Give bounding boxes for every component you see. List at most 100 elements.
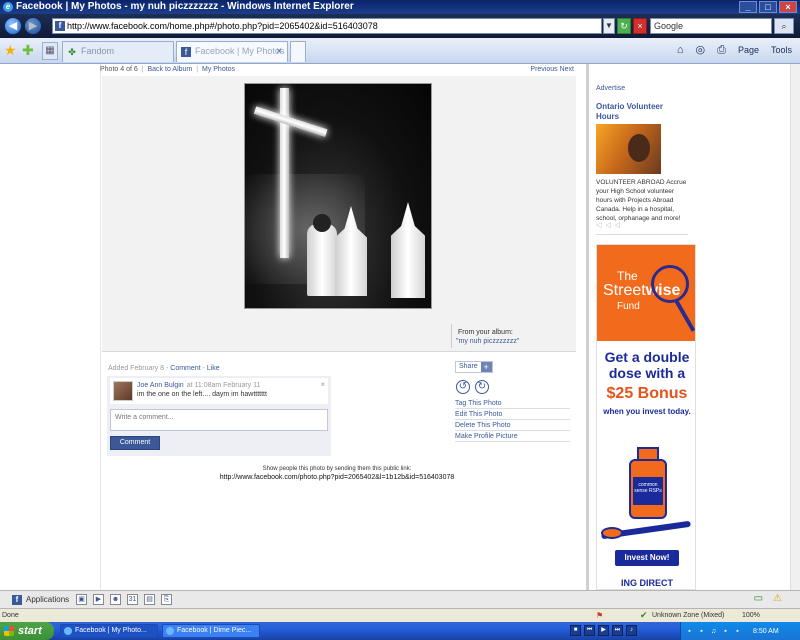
maximize-button[interactable]: □	[759, 1, 777, 13]
tools-menu[interactable]: Tools	[771, 43, 792, 57]
separator: |	[141, 66, 144, 73]
address-dropdown-button[interactable]: ▼	[603, 18, 615, 34]
delete-photo-link[interactable]: Delete This Photo	[455, 420, 570, 431]
photo-figure	[391, 202, 425, 298]
comment-author-link[interactable]: Joe Ann Bulgin	[137, 382, 184, 389]
new-tab-button[interactable]	[290, 41, 306, 62]
home-icon[interactable]: ⌂	[677, 43, 684, 57]
ad-rating-icons[interactable]: ◁ ◁ ◁	[596, 221, 621, 229]
app-bar-right: ▭ ⚠	[754, 593, 782, 604]
previous-link[interactable]: Previous	[530, 66, 557, 73]
add-favorites-icon[interactable]: ✚	[22, 43, 36, 57]
events-app-icon[interactable]: 31	[127, 594, 138, 605]
address-text: http://www.facebook.com/home.php#/photo.…	[67, 21, 378, 31]
ad-title[interactable]: Ontario Volunteer Hours	[596, 102, 684, 122]
minimize-button[interactable]: _	[739, 1, 757, 13]
taskbar-item[interactable]: Facebook | My Photo...	[60, 624, 158, 638]
delete-comment-icon[interactable]: ×	[320, 380, 325, 389]
ie-icon	[64, 627, 72, 635]
photo-count: Photo 4 of 6	[100, 66, 138, 73]
quick-tabs-button[interactable]: ▦	[42, 42, 58, 60]
security-zone[interactable]: ✔ Unknown Zone (Mixed)	[640, 609, 724, 622]
edit-photo-link[interactable]: Edit This Photo	[455, 409, 570, 420]
video-app-icon[interactable]: ▶	[93, 594, 104, 605]
media-mute-icon[interactable]: ♪	[626, 625, 637, 636]
applications-label: Applications	[26, 595, 70, 604]
applications-button[interactable]: f Applications	[12, 593, 69, 607]
notes-app-icon[interactable]: ▤	[144, 594, 155, 605]
comment-item: Joe Ann Bulgin at 11:08am February 11 im …	[110, 378, 328, 404]
refresh-button[interactable]: ↻	[617, 18, 631, 34]
comment-header: Joe Ann Bulgin at 11:08am February 11	[137, 382, 260, 389]
media-play-icon[interactable]: ▶	[598, 625, 609, 636]
facebook-tab-icon: f	[181, 47, 191, 57]
photo-figure-head	[313, 214, 331, 232]
tray-antivirus-icon[interactable]: ▪	[697, 627, 706, 636]
photos-app-icon[interactable]: ▣	[76, 594, 87, 605]
album-link[interactable]: "my nuh piczzzzzzz"	[456, 338, 519, 345]
invest-now-button[interactable]: Invest Now!	[615, 550, 679, 566]
close-tab-icon[interactable]: ×	[276, 42, 282, 61]
share-label: Share	[459, 363, 478, 370]
ing-logo: ING DIRECT	[620, 578, 673, 588]
album-label: From your album:	[458, 329, 513, 336]
comment-link[interactable]: Comment	[170, 365, 200, 372]
added-info: Added February 8 - Comment - Like	[108, 365, 220, 372]
feeds-icon[interactable]: ◎	[696, 43, 706, 57]
banner-line1: The	[617, 269, 638, 283]
comment-input[interactable]: Write a comment...	[110, 409, 328, 431]
advertise-link[interactable]: Advertise	[596, 85, 625, 92]
my-photos-link[interactable]: My Photos	[202, 66, 235, 73]
back-button[interactable]: ◀	[4, 17, 22, 35]
address-input[interactable]: f http://www.facebook.com/home.php#/phot…	[52, 18, 602, 34]
chat-icon[interactable]: ▭	[754, 593, 763, 604]
banner-sub: when you invest today.	[603, 407, 691, 416]
tab-fandom[interactable]: ✤ Fandom	[62, 41, 174, 62]
status-bar: Done ⚑ ✔ Unknown Zone (Mixed) 100%	[0, 608, 800, 622]
page-menu[interactable]: Page	[738, 43, 759, 57]
print-icon[interactable]: ⎙	[717, 43, 726, 57]
rotate-left-icon[interactable]: ↺	[456, 380, 470, 394]
main-photo[interactable]	[244, 83, 432, 309]
media-prev-icon[interactable]: ⏮	[584, 625, 595, 636]
ie-logo-icon: e	[3, 2, 13, 12]
tray-update-icon[interactable]: ▪	[721, 627, 730, 636]
tray-volume-icon[interactable]: ♫	[709, 627, 718, 636]
ad-image[interactable]	[596, 124, 661, 174]
zoom-level[interactable]: 100%	[742, 609, 760, 622]
links-app-icon[interactable]: ⎘	[161, 594, 172, 605]
window-controls: _ □ ×	[739, 1, 797, 13]
banner-line2a: Street	[603, 282, 646, 299]
groups-app-icon[interactable]: ☻	[110, 594, 121, 605]
tray-messenger-icon[interactable]: ▪	[733, 627, 742, 636]
pager: Previous Next	[530, 66, 574, 73]
search-input[interactable]: Google	[650, 18, 772, 34]
make-profile-picture-link[interactable]: Make Profile Picture	[455, 431, 570, 442]
back-to-album-link[interactable]: Back to Album	[148, 66, 193, 73]
warning-icon[interactable]: ⚠	[773, 593, 782, 604]
tag-photo-link[interactable]: Tag This Photo	[455, 398, 570, 409]
avatar[interactable]	[113, 381, 133, 401]
share-button[interactable]: Share +	[455, 361, 493, 373]
comment-box: Joe Ann Bulgin at 11:08am February 11 im …	[107, 376, 331, 456]
close-window-button[interactable]: ×	[779, 1, 797, 13]
share-url[interactable]: http://www.facebook.com/photo.php?pid=20…	[100, 474, 574, 481]
banner-ad[interactable]: The Streetwise Fund Get a double dose wi…	[596, 244, 696, 590]
stop-button[interactable]: ×	[633, 18, 647, 34]
tray-network-icon[interactable]: ▪	[685, 627, 694, 636]
start-button[interactable]: start	[0, 622, 54, 640]
favorites-star-icon[interactable]: ★	[4, 43, 18, 57]
tab-facebook-photos[interactable]: f Facebook | My Photos ×	[176, 41, 288, 62]
rotate-right-icon[interactable]: ↻	[475, 380, 489, 394]
media-next-icon[interactable]: ⏭	[612, 625, 623, 636]
comment-submit-button[interactable]: Comment	[110, 436, 160, 450]
next-link[interactable]: Next	[560, 66, 574, 73]
taskbar-item[interactable]: Facebook | Dime Piec...	[162, 624, 260, 638]
media-stop-icon[interactable]: ■	[570, 625, 581, 636]
facebook-app-bar: f Applications ▣ ▶ ☻ 31 ▤ ⎘ ▭ ⚠	[0, 590, 800, 608]
forward-button[interactable]: ▶	[24, 17, 42, 35]
vertical-scrollbar[interactable]	[790, 64, 800, 590]
search-button[interactable]: ⌕	[774, 18, 794, 34]
popup-blocker-icon[interactable]: ⚑	[596, 609, 603, 622]
like-link[interactable]: Like	[207, 365, 220, 372]
